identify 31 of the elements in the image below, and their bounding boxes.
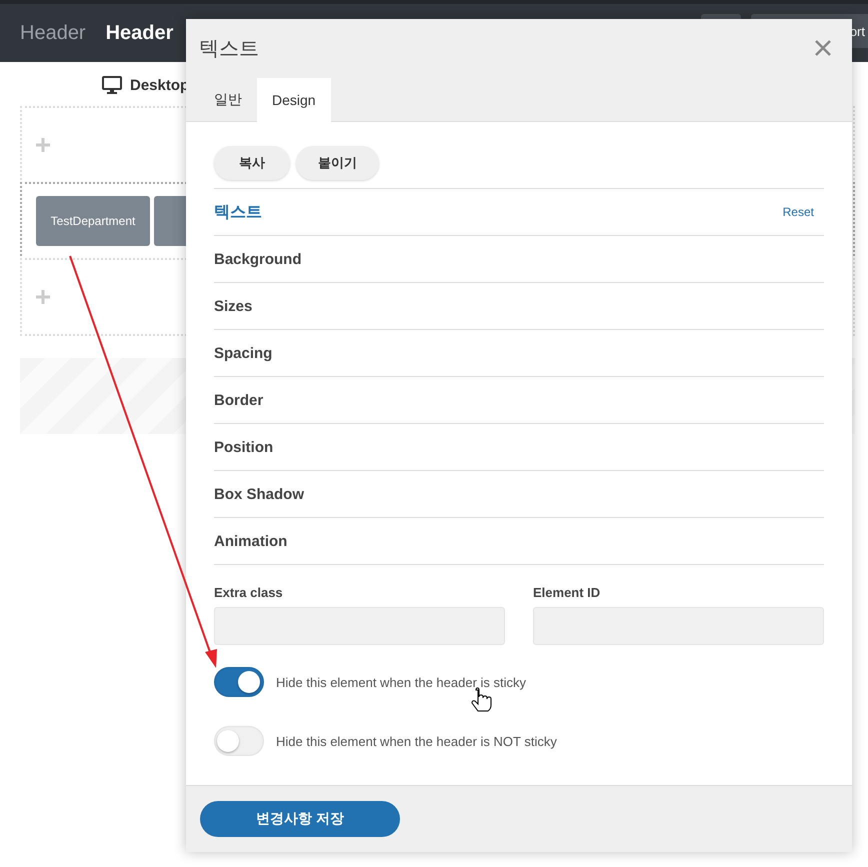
input-field[interactable]: [214, 607, 505, 645]
toggle-label: Hide this element when the header is NOT sticky: [276, 734, 557, 748]
action-button[interactable]: 복사: [214, 146, 290, 180]
modal-title: 텍스트: [199, 37, 259, 62]
header-title[interactable]: Header: [106, 22, 174, 44]
menu-item[interactable]: TestDepartment: [36, 196, 150, 246]
field-label: Element ID: [533, 585, 602, 600]
section-header[interactable]: Animation: [214, 532, 288, 550]
tab[interactable]: Design: [257, 78, 331, 122]
section-header[interactable]: Background: [214, 250, 302, 268]
add-icon[interactable]: [36, 138, 50, 152]
toggle-switch[interactable]: [214, 667, 264, 697]
hand-cursor-icon: [472, 688, 492, 712]
section-title: 텍스트: [214, 202, 262, 222]
toggle-label: Hide this element when the header is sticky: [276, 674, 526, 690]
section-header[interactable]: Position: [214, 438, 274, 456]
add-icon[interactable]: [36, 290, 50, 304]
section-header[interactable]: Border: [214, 392, 264, 408]
tab[interactable]: 일반: [199, 78, 257, 122]
section-header[interactable]: Box Shadow: [214, 486, 304, 502]
monitor-icon: [102, 76, 122, 94]
field-label: Extra class: [214, 585, 284, 600]
input-field[interactable]: [533, 607, 824, 645]
section-header[interactable]: Spacing: [214, 344, 272, 362]
close-icon[interactable]: [814, 39, 832, 57]
reset-link[interactable]: Reset: [782, 205, 814, 219]
save-button[interactable]: 변경사항 저장: [200, 801, 400, 837]
action-button[interactable]: 붙이기: [296, 146, 379, 180]
toggle-switch[interactable]: [214, 726, 264, 756]
header-title[interactable]: Header: [20, 22, 86, 44]
section-header[interactable]: Sizes: [214, 298, 252, 314]
